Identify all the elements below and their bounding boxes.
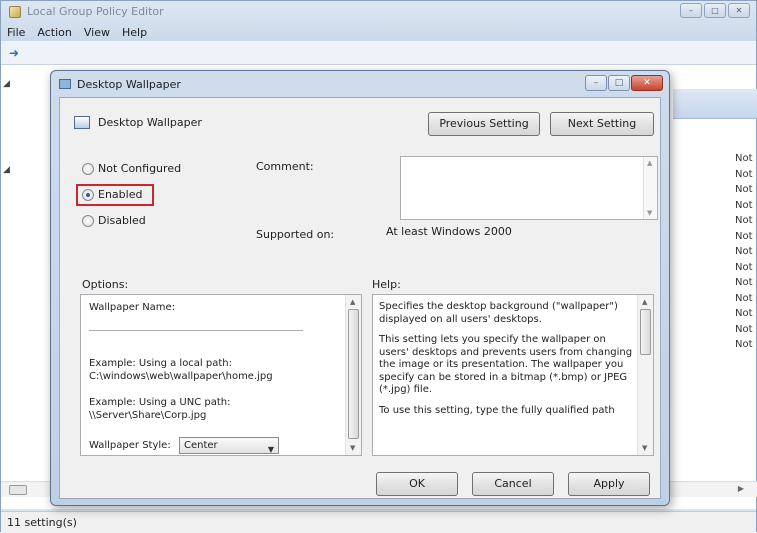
main-window-controls: – □ ✕ [680,3,750,18]
menu-file[interactable]: File [7,26,25,39]
tree-expand-icon[interactable]: ◢ [3,79,10,89]
supported-on-value: At least Windows 2000 [386,225,512,238]
minimize-button[interactable]: – [680,3,702,18]
comment-label: Comment: [256,160,314,173]
radio-label: Disabled [98,214,146,227]
state-cell: Not [735,215,753,226]
dialog-titlebar[interactable]: Desktop Wallpaper – □ ✕ [51,71,669,97]
state-cell: Not [735,246,753,257]
options-panel: Wallpaper Name: Example: Using a local p… [80,294,362,456]
radio-button[interactable] [82,214,94,227]
help-paragraph: Specifies the desktop background ("wallp… [379,301,618,325]
status-bar: 11 setting(s) [1,511,756,533]
help-panel: Specifies the desktop background ("wallp… [372,294,654,456]
state-cell: Not [735,168,753,180]
policy-editor-icon [9,6,21,18]
options-scrollbar[interactable]: ▲ ▼ [345,295,361,455]
example-local-title: Example: Using a local path: [89,358,232,369]
menu-action[interactable]: Action [37,26,71,39]
next-setting-button[interactable]: Next Setting [550,112,654,136]
scroll-right-icon[interactable]: ▶ [738,484,744,493]
main-titlebar[interactable]: Local Group Policy Editor – □ ✕ [1,1,756,23]
desktop-wallpaper-dialog: Desktop Wallpaper – □ ✕ Desktop Wallpape… [50,70,670,506]
state-cell: Not [735,292,753,304]
state-cell: Not [735,153,753,164]
state-cell: Not [735,261,753,273]
dialog-minimize-button[interactable]: – [585,75,607,91]
wallpaper-style-value: Center [184,440,218,451]
scroll-up-icon[interactable]: ▲ [350,298,355,306]
scroll-up-icon[interactable]: ▲ [642,298,647,306]
radio-label: Not Configured [98,162,182,175]
help-text: Specifies the desktop background ("wallp… [379,301,635,425]
wallpaper-name-label: Wallpaper Name: [89,302,176,313]
column-header[interactable] [673,89,757,119]
state-cell: Not [735,308,753,319]
scroll-down-icon[interactable]: ▼ [350,444,355,452]
dialog-close-button[interactable]: ✕ [631,75,663,91]
scroll-thumb[interactable] [640,309,651,355]
example-unc-path: \\Server\Share\Corp.jpg [89,410,207,421]
example-unc-title: Example: Using a UNC path: [89,397,231,408]
example-local-path: C:\windows\web\wallpaper\home.jpg [89,371,273,382]
menu-view[interactable]: View [84,26,110,39]
dialog-maximize-button[interactable]: □ [608,75,630,91]
state-cell: Not [735,199,753,211]
chevron-down-icon: ▼ [267,445,274,454]
scroll-thumb[interactable] [9,485,27,495]
wallpaper-name-input[interactable] [89,315,303,331]
cancel-button[interactable]: Cancel [472,472,554,496]
wallpaper-style-select[interactable]: Center ▼ [179,437,279,454]
apply-button[interactable]: Apply [568,472,650,496]
wallpaper-style-label: Wallpaper Style: [89,440,171,451]
radio-not-configured[interactable]: Not Configured [82,162,181,175]
close-button[interactable]: ✕ [728,3,750,18]
state-cell: Not [735,277,753,288]
ok-button[interactable]: OK [376,472,458,496]
radio-disabled[interactable]: Disabled [82,214,146,227]
state-cell: Not [735,339,753,350]
setting-name: Desktop Wallpaper [98,116,202,129]
menu-bar: File Action View Help [1,23,756,41]
radio-button[interactable] [82,162,94,175]
main-window-title: Local Group Policy Editor [27,5,164,18]
dialog-title: Desktop Wallpaper [77,78,181,91]
enabled-highlight-box [76,184,154,206]
help-paragraph: This setting lets you specify the wallpa… [379,334,633,395]
maximize-button[interactable]: □ [704,3,726,18]
help-paragraph: To use this setting, type the fully qual… [379,404,615,416]
help-label: Help: [372,278,401,291]
help-scrollbar[interactable]: ▲ ▼ [637,295,653,455]
dialog-controls: – □ ✕ [585,75,663,91]
state-cell: Not [735,323,753,335]
state-cell: Not [735,230,753,242]
back-arrow-icon[interactable]: ➜ [9,46,23,60]
state-column-list: Not Not Not Not Not Not Not Not Not Not … [735,151,753,353]
tree-expand-icon[interactable]: ◢ [3,165,10,175]
dialog-client-area: Desktop Wallpaper Previous Setting Next … [59,97,661,499]
state-cell: Not [735,184,753,195]
previous-setting-button[interactable]: Previous Setting [428,112,540,136]
setting-icon [74,116,90,129]
scroll-thumb[interactable] [348,309,359,439]
menu-help[interactable]: Help [122,26,147,39]
dialog-window-icon [59,79,71,89]
comment-textarea[interactable] [400,156,658,220]
options-label: Options: [82,278,129,291]
scroll-down-icon[interactable]: ▼ [642,444,647,452]
supported-on-label: Supported on: [256,228,335,241]
toolbar: ➜ [1,41,756,65]
